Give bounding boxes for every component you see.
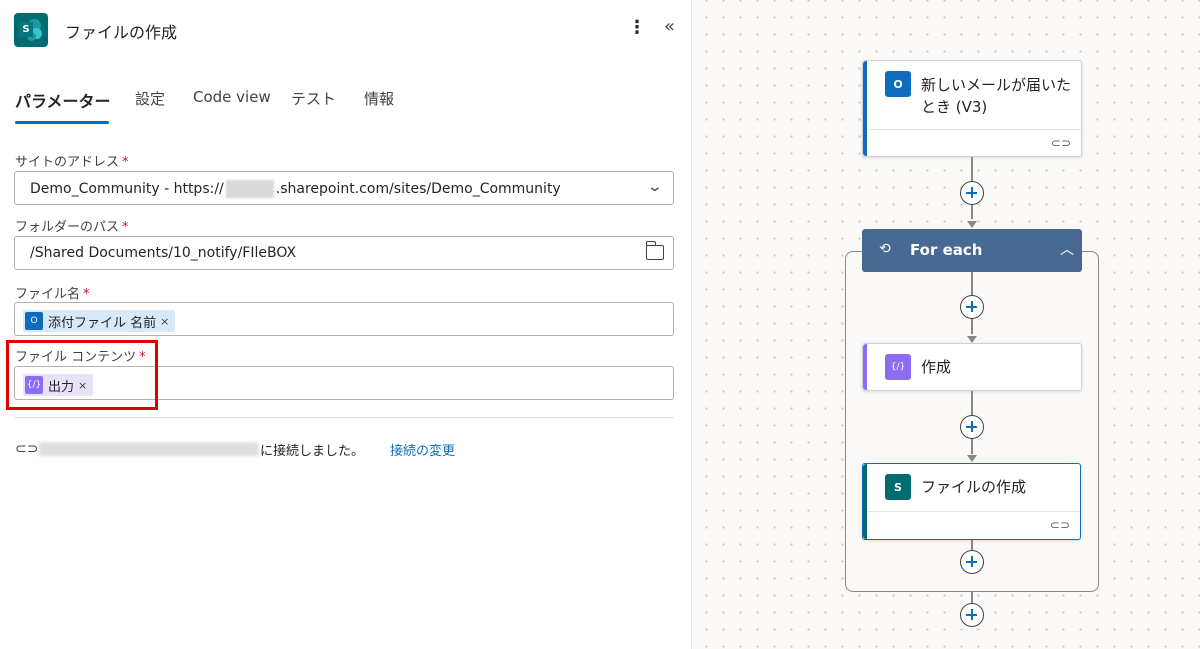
add-step-button[interactable] bbox=[960, 295, 984, 319]
connector-line bbox=[971, 540, 973, 550]
connector-arrow bbox=[967, 221, 977, 228]
folder-path-input[interactable]: /Shared Documents/10_notify/FIleBOX bbox=[14, 236, 674, 270]
active-tab-indicator bbox=[15, 121, 109, 124]
tab-parameters[interactable]: パラメーター bbox=[15, 88, 111, 112]
site-address-label: サイトのアドレス * bbox=[15, 155, 129, 170]
divider bbox=[14, 417, 674, 418]
connection-status: に接続しました。 bbox=[260, 444, 365, 459]
outlook-icon: O bbox=[25, 312, 43, 330]
remove-token-icon[interactable]: × bbox=[160, 315, 169, 328]
file-name-label: ファイル名 * bbox=[15, 287, 90, 302]
more-options-icon[interactable]: ⋮ bbox=[628, 18, 646, 38]
compose-title: 作成 bbox=[921, 358, 952, 376]
annotation-highlight-box bbox=[6, 340, 158, 410]
create-file-card[interactable]: S ファイルの作成 ⊂⊃ bbox=[862, 463, 1081, 540]
sharepoint-icon: S bbox=[14, 13, 48, 47]
tab-settings[interactable]: 設定 bbox=[135, 88, 165, 109]
add-step-button[interactable] bbox=[960, 550, 984, 574]
site-address-value: Demo_Community - https://.sharepoint.com… bbox=[30, 180, 561, 198]
redacted-account bbox=[39, 442, 259, 456]
folder-path-label: フォルダーのパス * bbox=[15, 220, 129, 235]
foreach-label: For each bbox=[910, 241, 983, 259]
chevron-down-icon[interactable]: ⌄ bbox=[647, 179, 663, 195]
file-name-token[interactable]: O 添付ファイル 名前 × bbox=[23, 310, 176, 332]
foreach-header[interactable]: ⟲ For each ︿ bbox=[862, 229, 1082, 272]
add-step-button[interactable] bbox=[960, 181, 984, 205]
folder-path-value: /Shared Documents/10_notify/FIleBOX bbox=[30, 245, 297, 261]
tab-code-view[interactable]: Code view bbox=[193, 88, 271, 106]
outlook-icon: O bbox=[885, 71, 911, 97]
folder-icon[interactable] bbox=[646, 241, 664, 260]
tab-info[interactable]: 情報 bbox=[364, 88, 394, 109]
link-icon: ⊂⊃ bbox=[15, 441, 39, 457]
connector-arrow bbox=[967, 336, 977, 343]
card-footer: ⊂⊃ bbox=[867, 511, 1080, 539]
trigger-title: 新しいメールが届いたとき (V3) bbox=[921, 76, 1072, 116]
redacted-tenant bbox=[225, 180, 274, 198]
create-file-title: ファイルの作成 bbox=[921, 478, 1027, 496]
add-step-button[interactable] bbox=[960, 415, 984, 439]
collapse-panel-icon[interactable]: « bbox=[664, 16, 675, 37]
file-name-input[interactable]: O 添付ファイル 名前 × bbox=[14, 302, 674, 336]
loop-icon: ⟲ bbox=[879, 241, 891, 257]
change-connection-link[interactable]: 接続の変更 bbox=[390, 440, 455, 459]
connector-line bbox=[971, 592, 973, 603]
tab-test[interactable]: テスト bbox=[291, 88, 336, 109]
add-step-button[interactable] bbox=[960, 603, 984, 627]
chevron-up-icon[interactable]: ︿ bbox=[1060, 239, 1074, 259]
site-address-dropdown[interactable]: Demo_Community - https://.sharepoint.com… bbox=[14, 171, 674, 205]
sharepoint-icon: S bbox=[885, 474, 911, 500]
panel-header: S ファイルの作成 ⋮ « bbox=[14, 13, 684, 47]
trigger-card[interactable]: O 新しいメールが届いたとき (V3) ⊂⊃ bbox=[862, 60, 1082, 157]
compose-card[interactable]: {/} 作成 bbox=[862, 343, 1082, 391]
card-footer: ⊂⊃ bbox=[867, 129, 1081, 157]
action-details-panel: S ファイルの作成 ⋮ « パラメーター 設定 Code view テスト 情報… bbox=[0, 0, 692, 649]
link-icon: ⊂⊃ bbox=[1050, 136, 1071, 150]
link-icon: ⊂⊃ bbox=[1049, 518, 1070, 532]
panel-title[interactable]: ファイルの作成 bbox=[65, 19, 177, 43]
compose-icon: {/} bbox=[885, 354, 911, 380]
connection-row: ⊂⊃ に接続しました。 接続の変更 bbox=[15, 440, 675, 459]
connector-arrow bbox=[967, 455, 977, 462]
